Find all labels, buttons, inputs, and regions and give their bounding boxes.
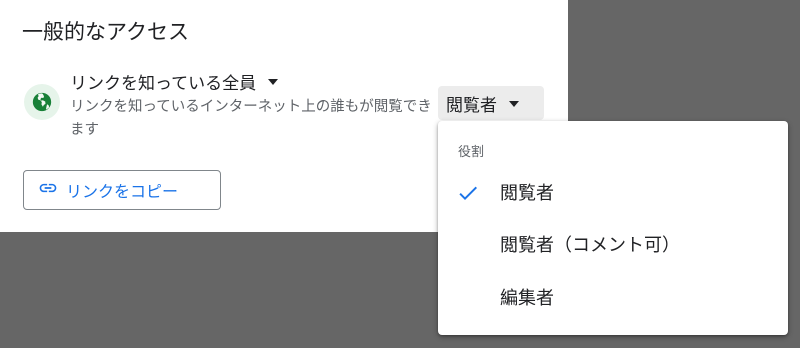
role-dropdown[interactable]: 閲覧者: [438, 86, 544, 120]
menu-item-label: 編集者: [500, 288, 554, 309]
link-scope-label: リンクを知っている全員: [70, 73, 257, 94]
general-access-title: 一般的なアクセス: [22, 20, 189, 44]
menu-item-viewer[interactable]: 閲覧者: [438, 166, 788, 218]
role-menu-header: 役割: [458, 145, 485, 160]
menu-item-commenter[interactable]: 閲覧者（コメント可）: [438, 218, 788, 270]
link-scope-dropdown[interactable]: リンクを知っている全員: [70, 66, 279, 96]
copy-link-label: リンクをコピー: [66, 182, 179, 201]
globe-icon: [24, 84, 60, 120]
copy-link-button[interactable]: リンクをコピー: [23, 170, 221, 210]
role-dropdown-label: 閲覧者: [446, 95, 497, 116]
link-icon: [38, 178, 58, 202]
menu-item-label: 閲覧者: [500, 183, 554, 204]
role-menu: 役割 閲覧者 閲覧者（コメント可） 編集者: [438, 121, 788, 335]
menu-item-editor[interactable]: 編集者: [438, 271, 788, 323]
caret-down-icon: [268, 79, 279, 85]
check-icon: [459, 186, 477, 200]
menu-item-label: 閲覧者（コメント可）: [500, 235, 680, 256]
access-description: リンクを知っているインターネット上の誰もが閲覧できます: [70, 99, 432, 138]
caret-down-icon: [509, 101, 519, 107]
